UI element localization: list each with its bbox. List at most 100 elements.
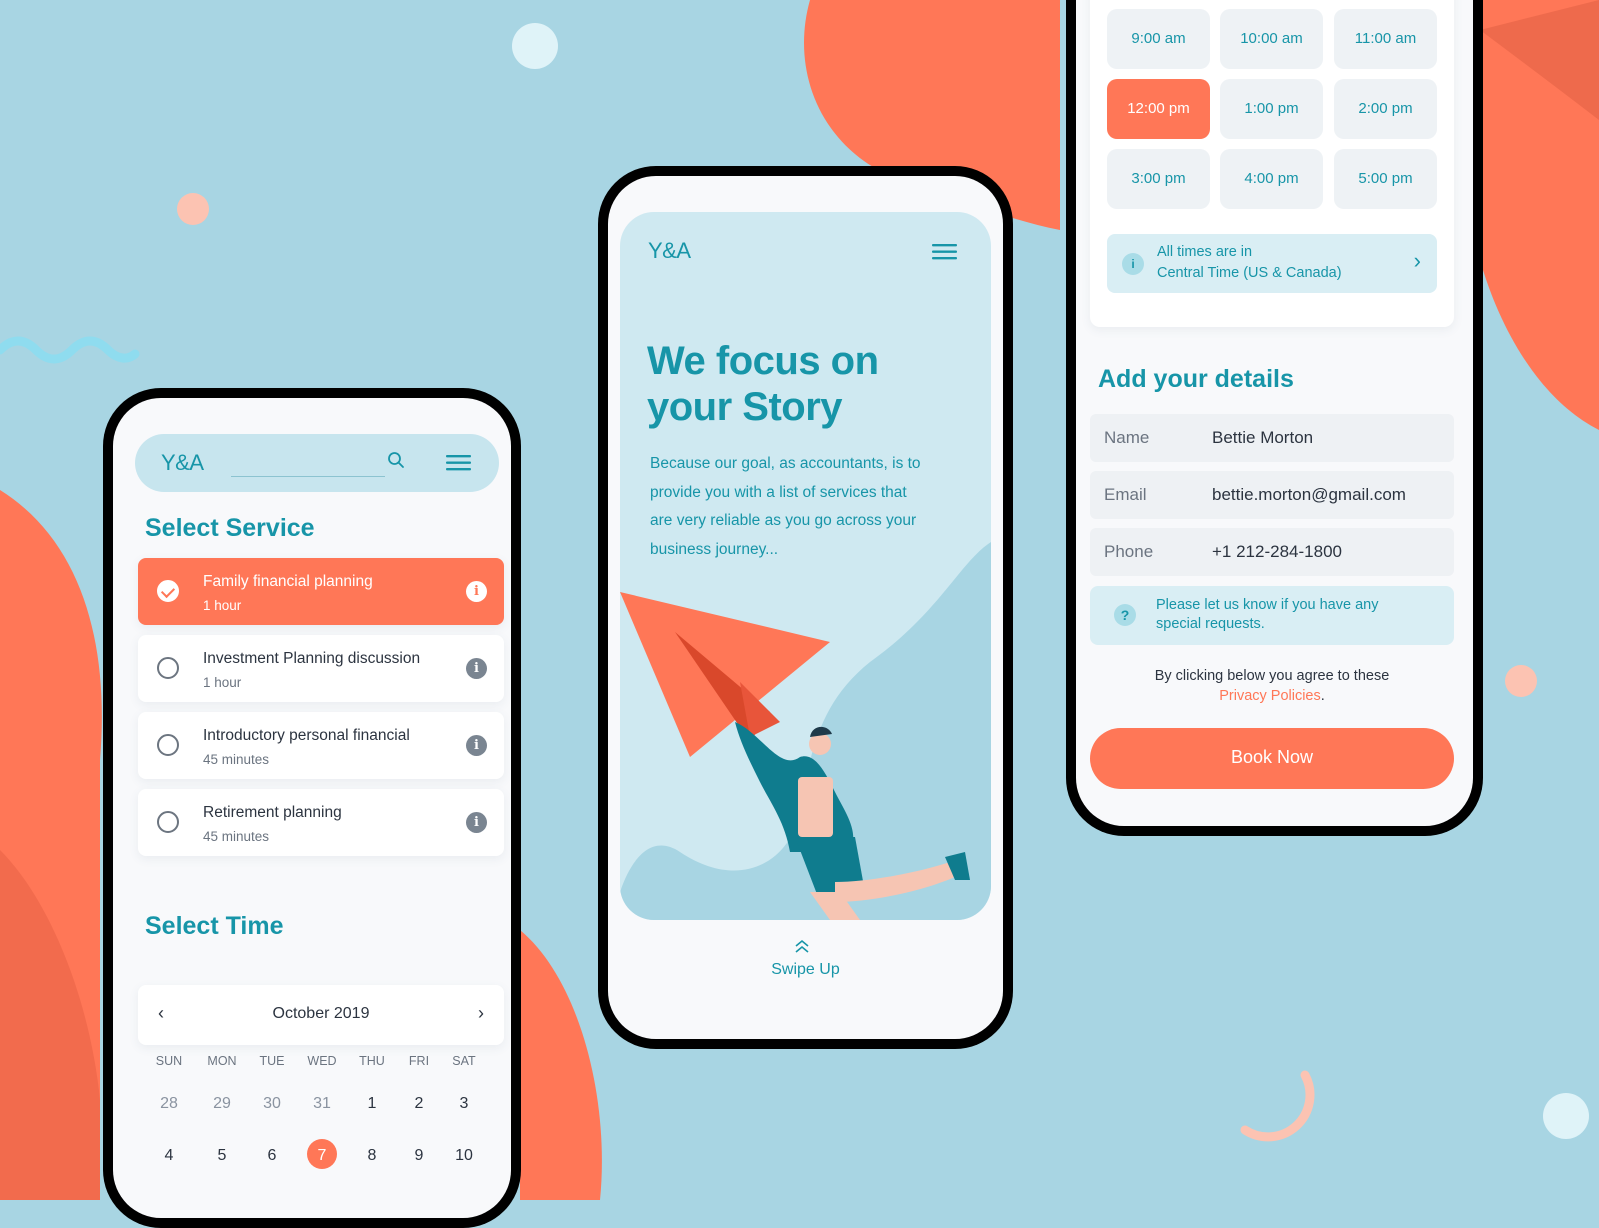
hero-body: Because our goal, as accountants, is to … [650, 450, 921, 564]
info-icon[interactable]: i [466, 581, 487, 602]
left-phone: Y&A Select Service Family financial plan… [103, 388, 521, 1228]
time-slot[interactable]: 2:00 pm [1334, 79, 1437, 139]
right-screen: 9:00 am 10:00 am 11:00 am 12:00 pm 1:00 … [1076, 0, 1473, 826]
calendar-day-muted[interactable]: 29 [202, 1095, 242, 1113]
select-time-title: Select Time [145, 912, 284, 940]
weekday-label: TUE [259, 1054, 285, 1068]
calendar-day-muted[interactable]: 30 [252, 1095, 292, 1113]
body-line: provide you with a list of services that [650, 483, 907, 501]
privacy-link[interactable]: Privacy Policies [1219, 688, 1321, 704]
middle-phone: Y&A We focus on your Story Because our g… [598, 166, 1013, 1049]
calendar-day-selected[interactable]: 7 [302, 1147, 342, 1165]
service-item[interactable]: Retirement planning 45 minutes i [138, 789, 504, 856]
calendar-day[interactable]: 4 [149, 1147, 189, 1165]
calendar-day[interactable]: 2 [399, 1095, 439, 1113]
calendar-day[interactable]: 9 [399, 1147, 439, 1165]
time-slot-card: 9:00 am 10:00 am 11:00 am 12:00 pm 1:00 … [1090, 0, 1454, 327]
hero-headline: We focus on your Story [647, 338, 879, 430]
info-icon[interactable]: i [466, 812, 487, 833]
service-duration: 1 hour [203, 598, 242, 613]
agreement-text: By clicking below you agree to these Pri… [1090, 667, 1454, 706]
time-slot[interactable]: 11:00 am [1334, 9, 1437, 69]
chevron-right-icon[interactable]: › [1414, 248, 1421, 274]
radio-unchecked[interactable] [157, 657, 179, 679]
service-item[interactable]: Introductory personal financial 45 minut… [138, 712, 504, 779]
body-line: business journey... [650, 540, 779, 558]
left-screen: Y&A Select Service Family financial plan… [113, 398, 511, 1218]
service-duration: 45 minutes [203, 752, 270, 767]
service-duration: 45 minutes [203, 829, 270, 844]
email-field[interactable]: Email bettie.morton@gmail.com [1090, 471, 1454, 519]
service-item[interactable]: Family financial planning 1 hour i [138, 558, 504, 625]
month-label: October 2019 [272, 1005, 370, 1022]
field-label: Phone [1104, 542, 1154, 561]
radio-unchecked[interactable] [157, 734, 179, 756]
agree-line: By clicking below you agree to these [1154, 668, 1390, 684]
time-slot-selected[interactable]: 12:00 pm [1107, 79, 1210, 139]
service-title: Investment Planning discussion [203, 650, 421, 667]
calendar-day[interactable]: 5 [202, 1147, 242, 1165]
question-icon: ? [1114, 604, 1136, 626]
service-title: Retirement planning [203, 804, 342, 821]
time-slot[interactable]: 4:00 pm [1220, 149, 1323, 209]
special-requests-field[interactable]: ? Please let us know if you have any spe… [1090, 586, 1454, 645]
field-value[interactable]: bettie.morton@gmail.com [1212, 485, 1406, 505]
menu-icon[interactable] [446, 455, 471, 471]
chevron-up-icon[interactable] [794, 938, 810, 954]
timezone-selector[interactable]: i All times are in Central Time (US & Ca… [1107, 234, 1437, 293]
menu-icon[interactable] [932, 244, 957, 260]
search-input[interactable] [231, 448, 385, 477]
info-icon: i [1122, 253, 1144, 275]
logo: Y&A [648, 238, 691, 263]
privacy-period: . [1320, 687, 1325, 704]
body-line: Because our goal, as accountants, is to [650, 455, 921, 472]
calendar-day[interactable]: 10 [444, 1147, 484, 1165]
info-icon[interactable]: i [466, 658, 487, 679]
weekday-label: SAT [452, 1054, 476, 1068]
month-header: ‹ October 2019 › [138, 985, 504, 1045]
calendar-day[interactable]: 6 [252, 1147, 292, 1165]
weekday-label: THU [359, 1054, 385, 1068]
logo: Y&A [161, 450, 204, 475]
swipe-up-label[interactable]: Swipe Up [608, 961, 1003, 979]
weekday-label: WED [307, 1054, 337, 1068]
calendar-day[interactable]: 1 [352, 1095, 392, 1113]
hero-card: Y&A We focus on your Story Because our g… [620, 212, 991, 920]
book-now-button[interactable]: Book Now [1090, 728, 1454, 789]
hero-illustration [620, 542, 991, 920]
calendar-day-muted[interactable]: 31 [302, 1095, 342, 1113]
radio-unchecked[interactable] [157, 811, 179, 833]
field-value[interactable]: +1 212-284-1800 [1212, 542, 1342, 562]
time-slot[interactable]: 5:00 pm [1334, 149, 1437, 209]
right-phone: 9:00 am 10:00 am 11:00 am 12:00 pm 1:00 … [1066, 0, 1483, 836]
field-label: Email [1104, 485, 1147, 504]
service-duration: 1 hour [203, 675, 242, 690]
time-slot[interactable]: 10:00 am [1220, 9, 1323, 69]
body-line: are very reliable as you go across your [650, 512, 917, 529]
search-bar: Y&A [135, 434, 499, 492]
weekday-label: MON [207, 1054, 237, 1068]
phone-field[interactable]: Phone +1 212-284-1800 [1090, 528, 1454, 576]
calendar-day[interactable]: 8 [352, 1147, 392, 1165]
time-slot[interactable]: 9:00 am [1107, 9, 1210, 69]
chevron-right-icon[interactable]: › [478, 1003, 484, 1024]
radio-checked[interactable] [157, 580, 179, 602]
field-label: Name [1104, 428, 1150, 447]
search-icon[interactable] [387, 451, 405, 469]
book-now-label: Book Now [1230, 747, 1314, 767]
calendar-day[interactable]: 3 [444, 1095, 484, 1113]
privacy-line: Privacy Policies. [1090, 687, 1454, 707]
weekday-label: SUN [155, 1054, 183, 1068]
headline-line: your Story [647, 385, 843, 429]
time-slot[interactable]: 1:00 pm [1220, 79, 1323, 139]
time-slot[interactable]: 3:00 pm [1107, 149, 1210, 209]
name-field[interactable]: Name Bettie Morton [1090, 414, 1454, 462]
middle-screen: Y&A We focus on your Story Because our g… [608, 176, 1003, 1039]
check-icon [160, 583, 176, 599]
info-icon[interactable]: i [466, 735, 487, 756]
calendar-day-muted[interactable]: 28 [149, 1095, 189, 1113]
field-value[interactable]: Bettie Morton [1212, 428, 1313, 448]
timezone-line1: All times are in [1157, 244, 1253, 260]
select-service-title: Select Service [145, 514, 315, 542]
service-item[interactable]: Investment Planning discussion 1 hour i [138, 635, 504, 702]
